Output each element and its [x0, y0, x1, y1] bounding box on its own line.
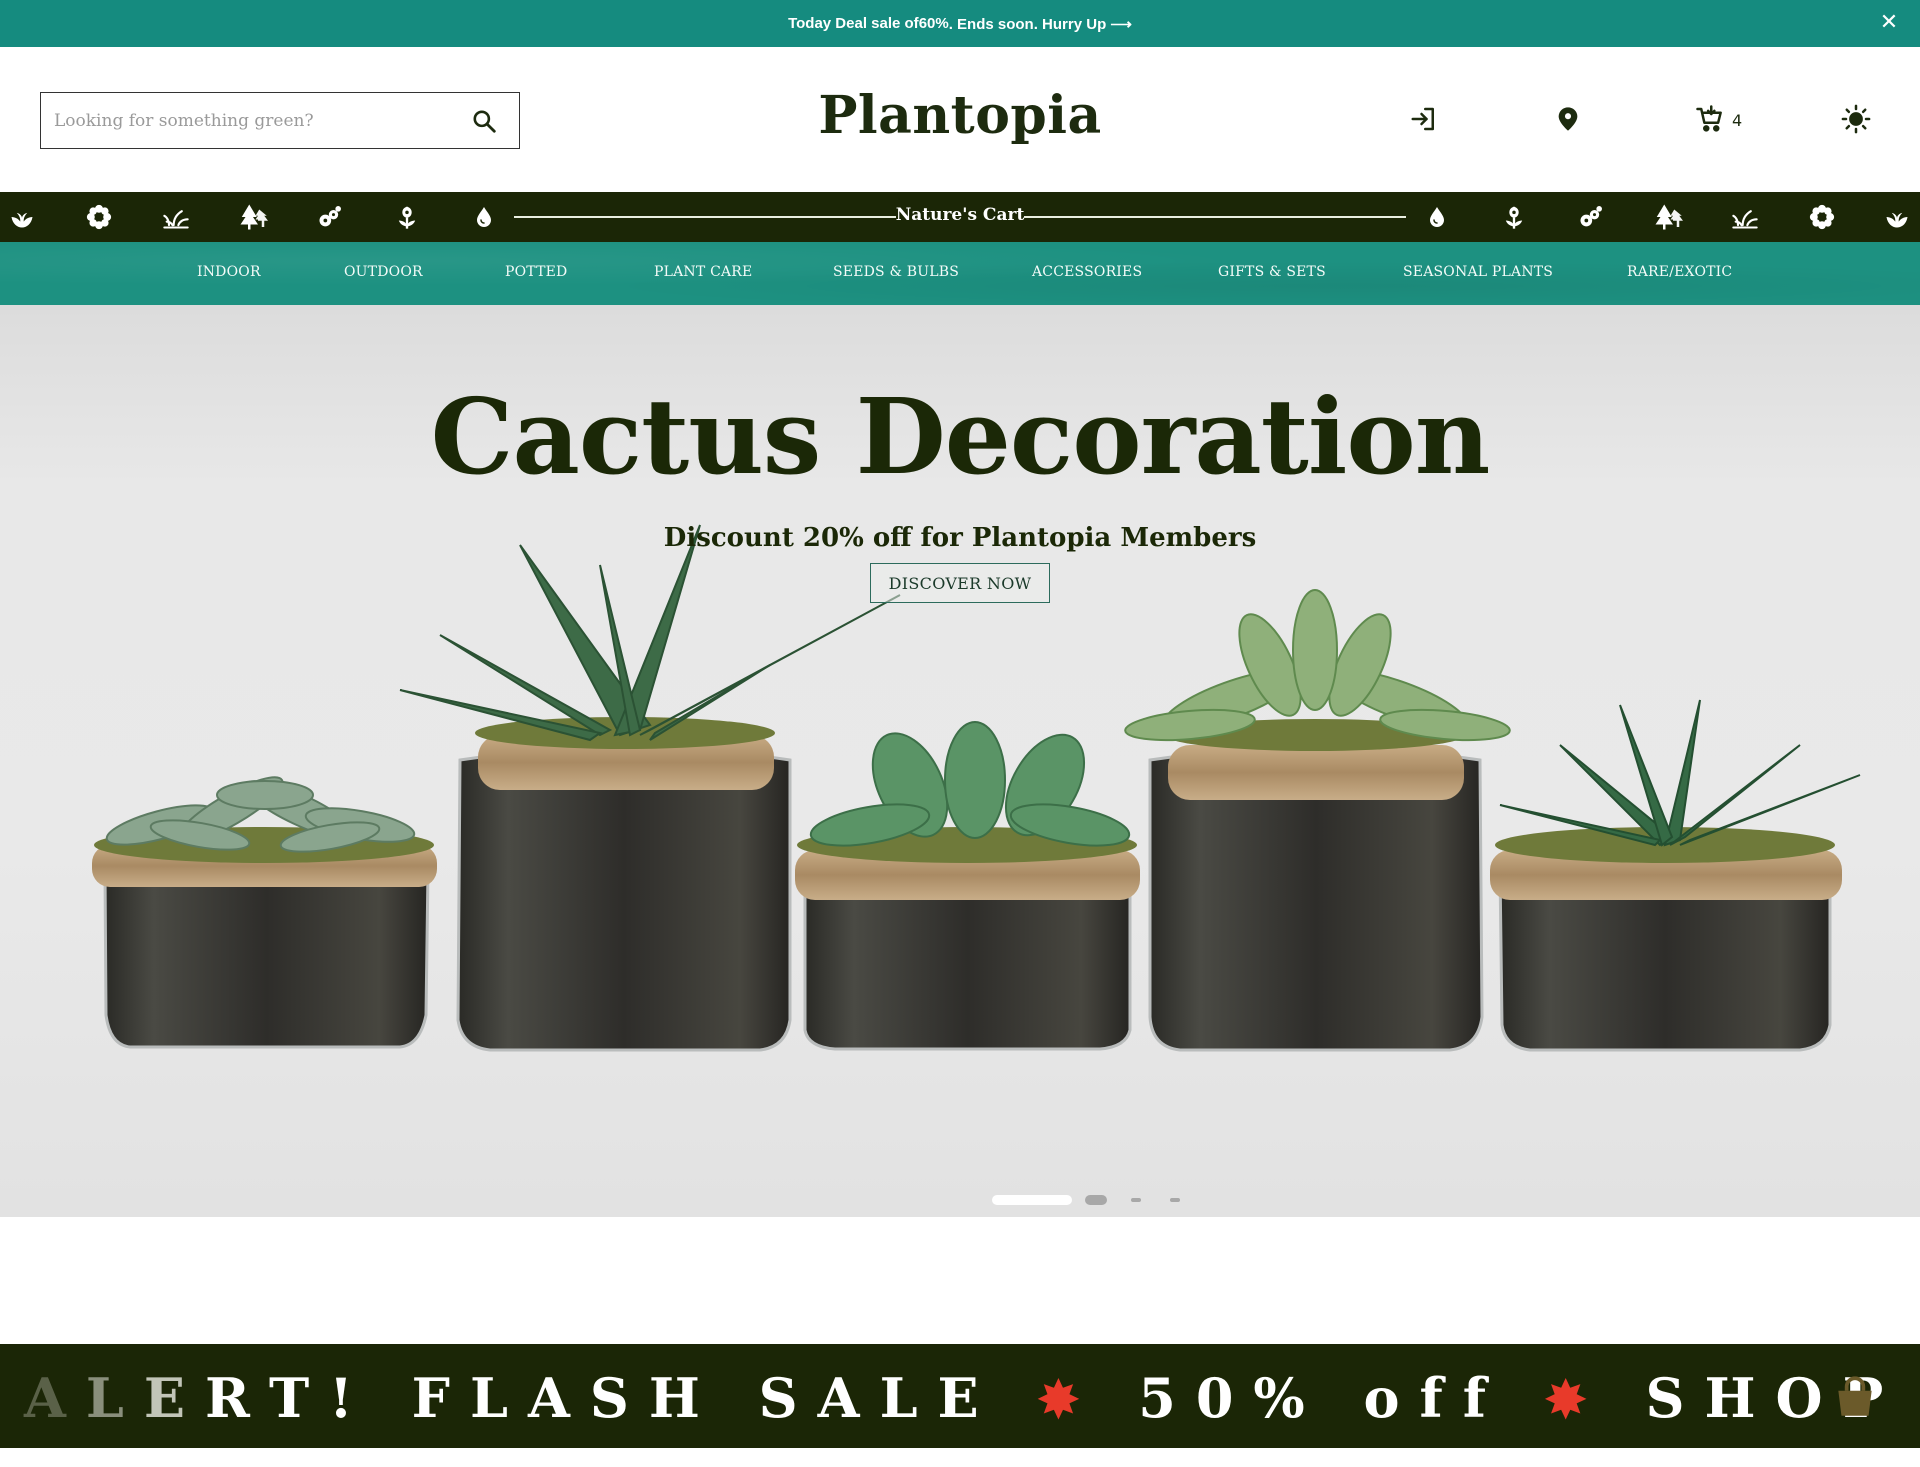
promo-text-after[interactable]: . Ends soon. Hurry Up ⟶	[949, 15, 1132, 33]
strip-divider-right	[1024, 216, 1406, 218]
search-box	[40, 92, 520, 149]
close-icon[interactable]: ✕	[1876, 10, 1902, 36]
promo-bar: Today Deal sale of 60% . Ends soon. Hurr…	[0, 0, 1920, 47]
flower-icon	[1805, 200, 1839, 234]
flash-text-part: E	[143, 1366, 206, 1430]
hero-slider: Cactus Decoration Discount 20% off for P…	[0, 305, 1920, 1217]
grass-icon	[159, 200, 193, 234]
trees-icon	[1651, 200, 1685, 234]
location-pin-icon[interactable]	[1550, 101, 1586, 137]
sprout-icon	[1880, 200, 1914, 234]
sun-icon[interactable]	[1838, 101, 1874, 137]
nature-icon-strip: Nature's Cart	[0, 192, 1920, 242]
flash-sale-banner[interactable]: ALERT! FLASH SALE ✸ 50% off ✸ SHOP NOW!	[0, 1344, 1920, 1448]
seeds-icon	[313, 200, 347, 234]
site-header: Plantopia 4	[0, 47, 1920, 192]
category-nav: INDOOR OUTDOOR POTTED PLANT CARE SEEDS &…	[0, 242, 1920, 305]
promo-text-before: Today Deal sale of	[788, 15, 919, 32]
grass-icon	[1728, 200, 1762, 234]
category-accessories[interactable]: ACCESSORIES	[1032, 264, 1142, 280]
slider-dots	[0, 1195, 1920, 1209]
slider-dot-4[interactable]	[1170, 1198, 1180, 1202]
burst-icon: ✸	[1544, 1370, 1607, 1429]
category-seeds-bulbs[interactable]: SEEDS & BULBS	[833, 264, 959, 280]
category-potted[interactable]: POTTED	[505, 264, 567, 280]
flash-text-part: A	[24, 1366, 86, 1430]
slider-dot-1[interactable]	[992, 1195, 1072, 1205]
category-rare-exotic[interactable]: RARE/EXOTIC	[1627, 264, 1732, 280]
slider-dot-2[interactable]	[1085, 1195, 1107, 1205]
strip-divider-left	[514, 216, 896, 218]
category-outdoor[interactable]: OUTDOOR	[344, 264, 423, 280]
hero-title: Cactus Decoration	[430, 375, 1491, 498]
flash-discount: 50% off	[1138, 1366, 1506, 1430]
category-gifts-sets[interactable]: GIFTS & SETS	[1218, 264, 1326, 280]
search-input[interactable]	[41, 93, 449, 148]
flower-icon	[82, 200, 116, 234]
shopping-bag-icon	[1830, 1372, 1880, 1422]
tulip-icon	[390, 200, 424, 234]
strip-title: Nature's Cart	[895, 205, 1025, 225]
search-icon[interactable]	[449, 93, 519, 148]
hero-subtitle: Discount 20% off for Plantopia Members	[663, 523, 1257, 553]
flash-text-part: RT! FLASH SALE	[205, 1366, 999, 1430]
flash-sale-text: ALERT! FLASH SALE ✸ 50% off ✸ SHOP NOW!	[24, 1366, 1920, 1430]
sprout-icon	[5, 200, 39, 234]
flash-text-part: L	[85, 1366, 144, 1430]
slider-dot-3[interactable]	[1131, 1198, 1141, 1202]
cart-count-badge: 4	[1732, 111, 1743, 130]
category-seasonal-plants[interactable]: SEASONAL PLANTS	[1403, 264, 1553, 280]
category-plant-care[interactable]: PLANT CARE	[654, 264, 752, 280]
droplet-icon	[1420, 200, 1454, 234]
discover-now-button[interactable]: DISCOVER NOW	[870, 563, 1050, 603]
category-indoor[interactable]: INDOOR	[197, 264, 261, 280]
seeds-icon	[1574, 200, 1608, 234]
login-icon[interactable]	[1406, 101, 1442, 137]
promo-percent: 60%	[918, 15, 949, 32]
trees-icon	[236, 200, 270, 234]
droplet-icon	[467, 200, 501, 234]
tulip-icon	[1497, 200, 1531, 234]
burst-icon: ✸	[1037, 1370, 1100, 1429]
cart-icon[interactable]	[1692, 101, 1728, 137]
